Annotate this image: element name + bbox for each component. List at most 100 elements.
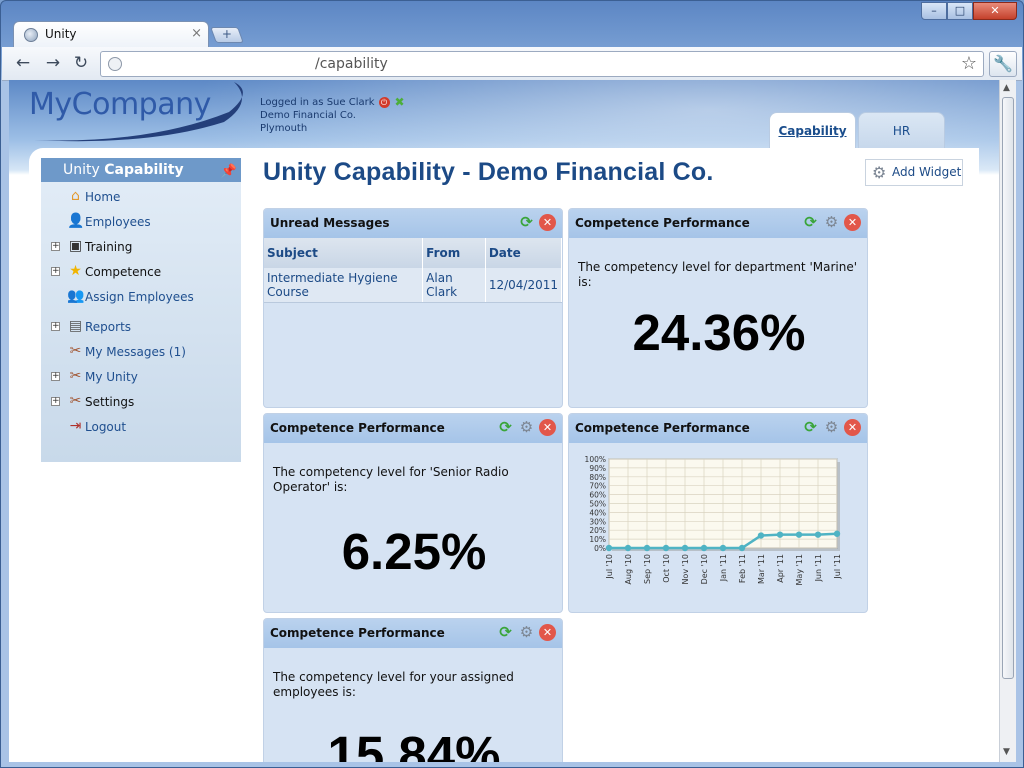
- x-tick-label: Dec '10: [700, 554, 709, 584]
- x-tick-label: Oct '10: [662, 554, 671, 583]
- sidebar-item-label: Settings: [85, 395, 135, 409]
- person-icon: 👤: [67, 213, 85, 229]
- forward-button[interactable]: →: [42, 53, 64, 75]
- gear-icon[interactable]: ⚙: [823, 214, 840, 231]
- widget-title: Unread Messages: [270, 216, 390, 230]
- data-point: [814, 531, 822, 538]
- close-window-button[interactable]: ✕: [973, 2, 1017, 20]
- logged-in-user: Logged in as Sue Clark: [260, 97, 375, 108]
- sidebar-item-label: Training: [85, 240, 133, 254]
- report-icon: ▤: [68, 318, 83, 334]
- refresh-icon[interactable]: ⟳: [802, 214, 819, 231]
- widget-header: Competence Performance ⟳ ⚙ ✕: [264, 619, 562, 648]
- close-icon[interactable]: ✕: [539, 419, 556, 436]
- x-tick-label: Nov '10: [681, 554, 690, 585]
- address-bar[interactable]: ☆: [100, 51, 984, 77]
- sidebar-item-label: My Messages (1): [85, 345, 186, 359]
- user-location: Plymouth: [260, 123, 308, 134]
- reload-button[interactable]: ↻: [70, 53, 92, 75]
- widget-header: Unread Messages ⟳ ✕: [264, 209, 562, 238]
- gear-icon[interactable]: ⚙: [518, 419, 535, 436]
- expand-icon[interactable]: +: [51, 267, 60, 276]
- page-title: Unity Capability - Demo Financial Co.: [263, 158, 714, 186]
- x-tick-label: Feb '11: [738, 554, 747, 583]
- x-tick-label: Jul '11: [833, 554, 842, 580]
- scroll-up-icon[interactable]: ▲: [1003, 83, 1010, 93]
- logout-icon: ⇥: [69, 418, 82, 434]
- y-tick-label: 50%: [589, 500, 606, 509]
- user-info: Logged in as Sue Clark ⏻ ✖ Demo Financia…: [260, 96, 405, 135]
- tab-title: Unity: [45, 27, 77, 41]
- x-tick-label: Jun '11: [814, 554, 823, 582]
- competency-value: 15.84%: [327, 726, 501, 762]
- url-input[interactable]: [131, 55, 951, 73]
- sidebar-header: Unity Capability 📌: [41, 158, 241, 182]
- plus-icon: +: [221, 27, 232, 41]
- competency-description: The competency level for your assigned e…: [273, 670, 514, 699]
- back-button[interactable]: ←: [12, 53, 34, 75]
- message-subject[interactable]: Intermediate Hygiene Course: [264, 268, 424, 303]
- tools-icon: ✂: [69, 368, 82, 384]
- close-icon[interactable]: ✕: [844, 419, 861, 436]
- competency-value: 24.36%: [632, 304, 806, 361]
- table-row[interactable]: Intermediate Hygiene Course Alan Clark 1…: [264, 268, 562, 303]
- expand-icon[interactable]: +: [51, 397, 60, 406]
- refresh-icon[interactable]: ⟳: [518, 214, 535, 231]
- switch-user-icon[interactable]: ✖: [395, 96, 405, 109]
- gear-icon[interactable]: ⚙: [823, 419, 840, 436]
- data-point: [795, 531, 803, 538]
- refresh-icon[interactable]: ⟳: [497, 624, 514, 641]
- close-icon[interactable]: ✕: [539, 214, 556, 231]
- column-header-date[interactable]: Date: [485, 238, 562, 268]
- power-icon[interactable]: ⏻: [378, 97, 390, 108]
- messages-table: Subject From Date Intermediate Hygiene C…: [264, 238, 562, 303]
- competence-assigned-widget: Competence Performance ⟳ ⚙ ✕ The compete…: [263, 618, 563, 762]
- expand-icon[interactable]: +: [51, 372, 60, 381]
- refresh-icon[interactable]: ⟳: [497, 419, 514, 436]
- tools-icon: ✂: [69, 343, 82, 359]
- gear-icon[interactable]: ⚙: [518, 624, 535, 641]
- x-tick-label: Jul '10: [605, 554, 614, 580]
- tab-capability[interactable]: Capability: [769, 112, 856, 148]
- x-tick-label: May '11: [795, 554, 804, 585]
- wrench-menu-button[interactable]: 🔧: [989, 51, 1017, 77]
- maximize-button[interactable]: □: [947, 2, 973, 20]
- close-icon[interactable]: ✕: [844, 214, 861, 231]
- tab-hr[interactable]: HR: [858, 112, 945, 148]
- widget-header: Competence Performance ⟳ ⚙ ✕: [569, 414, 867, 443]
- bookmark-star-icon[interactable]: ☆: [961, 53, 977, 74]
- sidebar-item-label: My Unity: [85, 370, 138, 384]
- message-from: Alan Clark: [422, 268, 486, 303]
- minimize-button[interactable]: –: [921, 2, 947, 20]
- y-tick-label: 40%: [589, 508, 606, 517]
- sidebar-item-label: Assign Employees: [85, 290, 194, 304]
- company-logo[interactable]: MyCompany: [29, 82, 249, 142]
- message-date: 12/04/2011: [485, 268, 562, 303]
- y-tick-label: 30%: [589, 517, 606, 526]
- competency-description: The competency level for 'Senior Radio O…: [273, 465, 509, 494]
- column-header-from[interactable]: From: [422, 238, 486, 268]
- refresh-icon[interactable]: ⟳: [802, 419, 819, 436]
- sidebar-item-label: Logout: [85, 420, 127, 434]
- column-header-subject[interactable]: Subject: [264, 238, 424, 268]
- competence-chart-widget: Competence Performance ⟳ ⚙ ✕ 0% 10% 20% 30%…: [568, 413, 868, 613]
- expand-icon[interactable]: +: [51, 242, 60, 251]
- globe-icon: [24, 28, 38, 42]
- scroll-thumb[interactable]: [1002, 97, 1014, 679]
- browser-tab[interactable]: Unity ×: [13, 21, 209, 47]
- widget-header: Competence Performance ⟳ ⚙ ✕: [264, 414, 562, 443]
- y-tick-label: 90%: [589, 464, 606, 473]
- scroll-down-icon[interactable]: ▼: [1003, 747, 1010, 757]
- competency-description: The competency level for department 'Mar…: [578, 260, 857, 289]
- tab-close-icon[interactable]: ×: [191, 26, 202, 41]
- vertical-scrollbar[interactable]: ▲ ▼: [999, 80, 1016, 762]
- training-icon: ▣: [68, 238, 83, 254]
- sidebar: Unity Capability 📌 ⌂ Home 👤 Employees + ▣ Trai…: [41, 158, 241, 462]
- expand-icon[interactable]: +: [51, 322, 60, 331]
- sidebar-item-label: Home: [85, 190, 121, 204]
- add-widget-button[interactable]: ⚙ Add Widget: [865, 159, 963, 186]
- user-company: Demo Financial Co.: [260, 110, 356, 121]
- new-tab-button[interactable]: +: [210, 27, 244, 43]
- close-icon[interactable]: ✕: [539, 624, 556, 641]
- pin-icon[interactable]: 📌: [221, 160, 237, 184]
